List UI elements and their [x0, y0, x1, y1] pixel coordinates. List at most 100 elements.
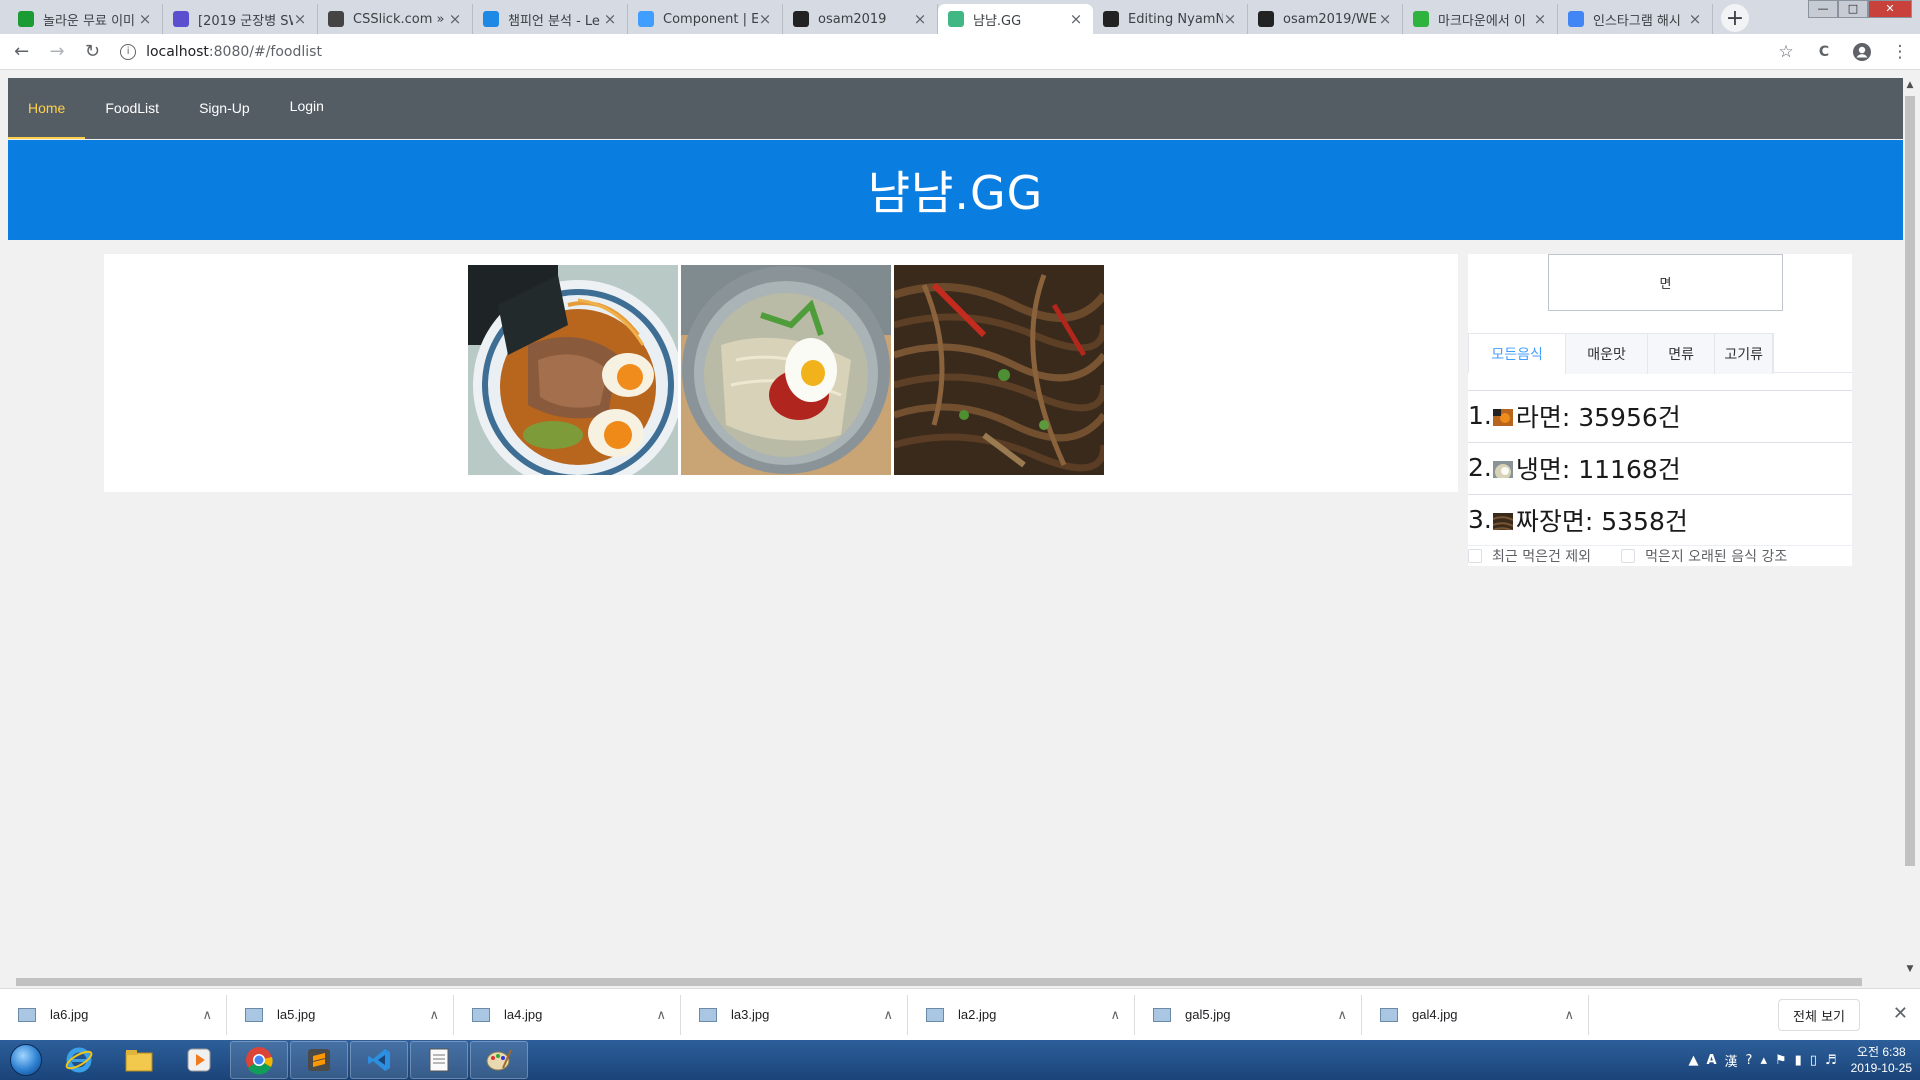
browser-tab[interactable]: 놀라운 무료 이미 × [8, 4, 163, 34]
ranking-item[interactable]: 2. 냉면: 11168건 [1468, 442, 1852, 492]
vertical-scrollbar[interactable]: ▲ ▼ [1903, 78, 1917, 976]
tray-expand-icon[interactable]: ▴ [1760, 1053, 1767, 1068]
file-explorer-icon[interactable] [110, 1041, 168, 1079]
scroll-down-arrow-icon[interactable]: ▼ [1903, 962, 1917, 976]
security-shield-icon[interactable]: ▲ [1688, 1053, 1698, 1068]
nav-login[interactable]: Login [270, 78, 344, 137]
chevron-up-icon[interactable]: ∧ [1337, 1007, 1347, 1023]
scroll-up-arrow-icon[interactable]: ▲ [1903, 78, 1917, 92]
checkbox-box[interactable] [1468, 549, 1482, 563]
jjajangmyeon-photo[interactable] [894, 265, 1104, 475]
volume-icon[interactable]: ♬ [1825, 1053, 1837, 1068]
chevron-up-icon[interactable]: ∧ [202, 1007, 212, 1023]
sublime-text-icon[interactable] [290, 1041, 348, 1079]
nav-foodlist[interactable]: FoodList [85, 78, 179, 139]
clock-time: 오전 6:38 [1856, 1045, 1906, 1059]
ranking-item[interactable]: 3. 짜장면: 5358건 [1468, 494, 1852, 544]
browser-tab[interactable]: osam2019/WEB_× [1248, 4, 1403, 34]
scrollbar-thumb[interactable] [16, 978, 1862, 986]
browser-tab[interactable]: Component | Ele× [628, 4, 783, 34]
new-tab-button[interactable]: + [1721, 4, 1749, 32]
download-item[interactable]: la6.jpg ∧ [0, 994, 227, 1035]
forward-arrow-icon[interactable]: → [43, 38, 70, 66]
tab-meat[interactable]: 고기류 [1715, 334, 1774, 374]
chevron-up-icon[interactable]: ∧ [429, 1007, 439, 1023]
tab-close-icon[interactable]: × [138, 10, 152, 28]
browser-tab[interactable]: osam2019 × [783, 4, 938, 34]
tab-close-icon[interactable]: × [913, 10, 927, 28]
show-all-downloads-button[interactable]: 전체 보기 [1778, 999, 1860, 1031]
notepad-icon[interactable] [410, 1041, 468, 1079]
close-download-shelf-icon[interactable]: ✕ [1893, 1003, 1908, 1024]
help-icon[interactable]: ? [1746, 1053, 1753, 1068]
browser-tab[interactable]: 인스타그램 해시 × [1558, 4, 1713, 34]
ramen-photo[interactable] [468, 265, 678, 475]
profile-avatar-icon[interactable] [1848, 38, 1876, 66]
download-item[interactable]: la3.jpg ∧ [681, 994, 908, 1035]
download-item[interactable]: gal4.jpg ∧ [1362, 994, 1589, 1035]
chevron-up-icon[interactable]: ∧ [1110, 1007, 1120, 1023]
download-item[interactable]: la4.jpg ∧ [454, 994, 681, 1035]
browser-tab-title: Editing NyamNy [1128, 11, 1223, 27]
battery-icon[interactable]: ▮ [1795, 1053, 1802, 1068]
ranking-item[interactable]: 1. 라면: 35956건 [1468, 390, 1852, 440]
vscode-icon[interactable] [350, 1041, 408, 1079]
download-item[interactable]: gal5.jpg ∧ [1135, 994, 1362, 1035]
menu-kebab-icon[interactable]: ⋮ [1886, 38, 1914, 66]
minimize-button[interactable]: — [1808, 0, 1838, 18]
naengmyeon-photo[interactable] [681, 265, 891, 475]
nav-signup[interactable]: Sign-Up [179, 78, 270, 139]
ime-language-icon[interactable]: A [1706, 1053, 1716, 1068]
tab-close-icon[interactable]: × [1378, 10, 1392, 28]
bookmark-star-icon[interactable]: ☆ [1772, 38, 1800, 66]
ime-hanja-icon[interactable]: 漢 [1725, 1051, 1738, 1070]
browser-tab[interactable]: Editing NyamNy × [1093, 4, 1248, 34]
chevron-up-icon[interactable]: ∧ [1564, 1007, 1574, 1023]
horizontal-scrollbar[interactable] [0, 976, 1920, 988]
reload-icon[interactable]: ↻ [79, 38, 106, 66]
network-signal-icon[interactable]: ▯ [1810, 1053, 1817, 1068]
maximize-button[interactable]: □ [1838, 0, 1868, 18]
download-item[interactable]: la5.jpg ∧ [227, 994, 454, 1035]
exclude-recent-checkbox[interactable]: 최근 먹은건 제외 [1468, 546, 1591, 566]
browser-tab[interactable]: CSSlick.com » Hi× [318, 4, 473, 34]
chevron-up-icon[interactable]: ∧ [656, 1007, 666, 1023]
checkbox-box[interactable] [1621, 549, 1636, 563]
media-player-icon[interactable] [170, 1041, 228, 1079]
tab-close-icon[interactable]: × [603, 10, 617, 28]
window-close-button[interactable]: ✕ [1868, 0, 1912, 18]
browser-tab[interactable]: 냠냠.GG × [938, 4, 1093, 34]
tab-close-icon[interactable]: × [1069, 10, 1083, 28]
browser-tab[interactable]: [2019 군장병 SW × [163, 4, 318, 34]
browser-tab[interactable]: 마크다운에서 이 × [1403, 4, 1558, 34]
tab-close-icon[interactable]: × [293, 10, 307, 28]
action-center-flag-icon[interactable]: ⚑ [1775, 1053, 1787, 1068]
address-bar[interactable]: i localhost:8080/#/foodlist [120, 37, 1762, 66]
tab-all-food[interactable]: 모든음식 [1469, 334, 1567, 374]
browser-tab[interactable]: 챔피언 분석 - Le × [473, 4, 628, 34]
taskbar-clock[interactable]: 오전 6:38 2019-10-25 [1851, 1044, 1912, 1076]
tab-close-icon[interactable]: × [1223, 10, 1237, 28]
tab-close-icon[interactable]: × [758, 10, 772, 28]
chrome-icon[interactable] [230, 1041, 288, 1079]
tab-spicy[interactable]: 매운맛 [1566, 334, 1648, 374]
extension-icon[interactable]: C [1810, 38, 1838, 66]
site-info-icon[interactable]: i [120, 43, 137, 60]
back-arrow-icon[interactable]: ← [8, 38, 35, 66]
internet-explorer-icon[interactable] [50, 1041, 108, 1079]
food-search-input[interactable]: 면 [1548, 254, 1783, 311]
paint-icon[interactable] [470, 1041, 528, 1079]
scrollbar-thumb[interactable] [1905, 96, 1915, 866]
nav-home[interactable]: Home [8, 78, 86, 139]
download-item[interactable]: la2.jpg ∧ [908, 994, 1135, 1035]
tab-close-icon[interactable]: × [448, 10, 462, 28]
tab-noodles[interactable]: 면류 [1647, 334, 1716, 374]
github-icon [1103, 11, 1119, 27]
shield-icon [173, 11, 189, 27]
start-button[interactable] [4, 1040, 48, 1080]
tab-close-icon[interactable]: × [1533, 10, 1547, 28]
tab-close-icon[interactable]: × [1688, 10, 1702, 28]
highlight-old-checkbox[interactable]: 먹은지 오래된 음식 강조 [1621, 546, 1787, 566]
image-file-icon [926, 1007, 944, 1022]
chevron-up-icon[interactable]: ∧ [883, 1007, 893, 1023]
